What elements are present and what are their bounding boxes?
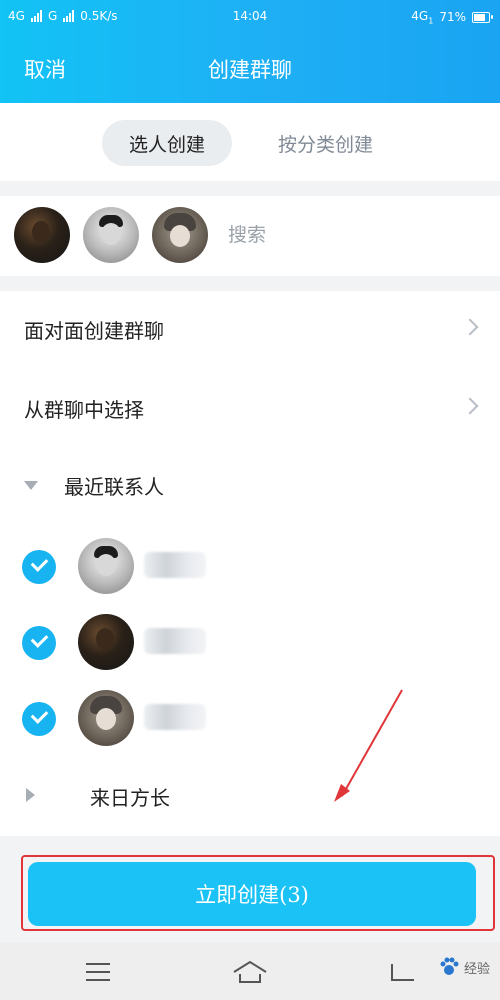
contact-name-blurred bbox=[144, 704, 206, 730]
nav-bar: 取消 创建群聊 bbox=[0, 40, 500, 96]
selected-avatar-1[interactable] bbox=[14, 207, 70, 263]
selected-avatar-2[interactable] bbox=[83, 207, 139, 263]
divider bbox=[0, 836, 500, 850]
selected-members-row: 搜索 bbox=[0, 196, 500, 276]
status-bar: 4G G 0.5K/s 14:04 4G1 71% bbox=[0, 0, 500, 32]
highlight-frame bbox=[21, 855, 495, 931]
chevron-right-icon bbox=[461, 318, 479, 336]
contact-row[interactable] bbox=[0, 682, 500, 758]
contact-name-blurred bbox=[144, 628, 206, 654]
battery-icon bbox=[472, 11, 493, 23]
face-to-face-item[interactable]: 面对面创建群聊 bbox=[0, 291, 500, 371]
tab-switcher: 选人创建 按分类创建 bbox=[0, 103, 500, 181]
right-network-label: 4G1 bbox=[411, 9, 434, 26]
collapsed-triangle-icon bbox=[26, 788, 35, 802]
avatar bbox=[78, 538, 134, 594]
avatar bbox=[78, 614, 134, 670]
checked-icon[interactable] bbox=[22, 626, 56, 660]
section-collapsed-label: 来日方长 bbox=[90, 786, 170, 810]
contact-row[interactable] bbox=[0, 530, 500, 606]
watermark: 经验 bbox=[438, 956, 490, 978]
checked-icon[interactable] bbox=[22, 702, 56, 736]
create-button-area: 立即创建(3) bbox=[0, 850, 500, 942]
contact-name-blurred bbox=[144, 552, 206, 578]
paw-icon bbox=[440, 957, 459, 975]
home-icon[interactable] bbox=[232, 960, 268, 984]
search-input[interactable]: 搜索 bbox=[228, 220, 266, 247]
section-recent-label: 最近联系人 bbox=[64, 475, 164, 499]
from-group-label: 从群聊中选择 bbox=[24, 398, 144, 422]
app-header: 4G G 0.5K/s 14:04 4G1 71% 取消 创建群聊 bbox=[0, 0, 500, 103]
chevron-right-icon bbox=[461, 397, 479, 415]
page-title: 创建群聊 bbox=[208, 58, 292, 82]
watermark-text: 经验 bbox=[463, 961, 490, 977]
divider bbox=[0, 276, 500, 291]
battery-percent: 71% bbox=[439, 10, 466, 25]
section-recent-contacts[interactable]: 最近联系人 bbox=[0, 457, 500, 517]
checked-icon[interactable] bbox=[22, 550, 56, 584]
back-icon[interactable] bbox=[388, 960, 418, 984]
tab-by-category[interactable]: 按分类创建 bbox=[278, 120, 373, 166]
contact-row[interactable] bbox=[0, 606, 500, 682]
avatar bbox=[78, 690, 134, 746]
divider bbox=[0, 181, 500, 196]
expand-triangle-icon bbox=[24, 481, 38, 490]
from-group-item[interactable]: 从群聊中选择 bbox=[0, 370, 500, 450]
face-to-face-label: 面对面创建群聊 bbox=[24, 319, 164, 343]
selected-avatar-3[interactable] bbox=[152, 207, 208, 263]
tab-select-people[interactable]: 选人创建 bbox=[102, 120, 232, 166]
system-nav-bar: 经验 bbox=[0, 942, 500, 1000]
section-collapsed-group[interactable]: 来日方长 bbox=[0, 768, 500, 828]
menu-icon[interactable] bbox=[86, 963, 110, 981]
